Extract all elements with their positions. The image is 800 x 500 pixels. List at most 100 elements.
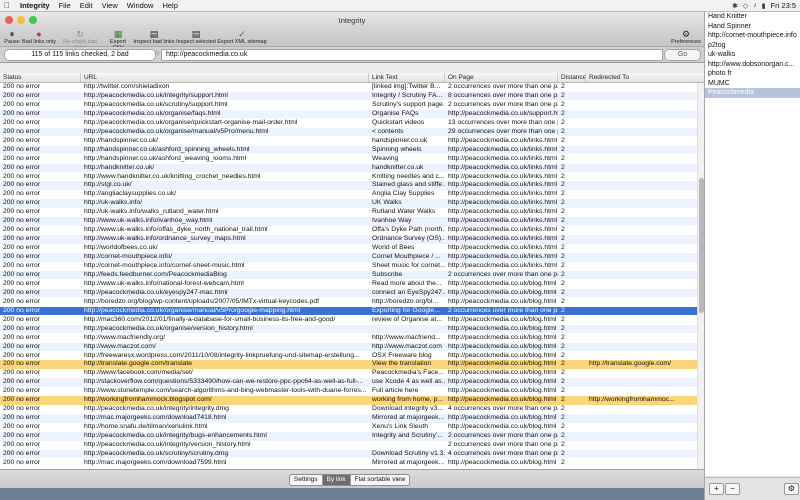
table-row[interactable]: 200 no error http://www.maczot.com/http:/… [0, 342, 697, 352]
table-row[interactable]: 200 no error http://peacockmedia.co.uk/sc… [0, 449, 697, 459]
table-row[interactable]: 200 no error http://peacockmedia.co.uk/sc… [0, 101, 697, 110]
table-row[interactable]: 200 no error http://handknitter.co.uk/han… [0, 163, 697, 173]
site-list-item[interactable]: Peacockmedia [705, 88, 800, 98]
column-link-text[interactable]: Link Text [369, 73, 445, 82]
go-button[interactable]: Go [664, 49, 701, 61]
cell-url: http://peacockmedia.co.uk/integrity/supp… [84, 91, 228, 99]
table-row[interactable]: 200 no error http://angliaclaysupplies.co… [0, 190, 697, 199]
sitemap-icon: ✓ [238, 29, 246, 39]
table-row[interactable]: 200 no error http://www.stonetemple.com/s… [0, 387, 697, 396]
table-row[interactable]: 200 no error http://peacockmedia.co.uk/in… [0, 405, 697, 414]
cell-redirected-to [586, 271, 697, 280]
column-url[interactable]: URL [81, 73, 369, 82]
table-row[interactable]: 200 no error http://www.uk-walks.info/nat… [0, 280, 697, 289]
site-list-item[interactable]: MUMC [705, 79, 800, 89]
site-list-item[interactable]: Hand Knitter [705, 12, 800, 22]
table-row[interactable]: 200 no error http://peacockmedia.co.uk/or… [0, 127, 697, 137]
table-row[interactable]: 200 no error http://peacockmedia.co.uk/ey… [0, 288, 697, 298]
zoom-window-icon[interactable] [29, 16, 37, 24]
site-list-item[interactable]: photo fr [705, 69, 800, 79]
table-row[interactable]: 200 no error http://www.uk-walks.info/iva… [0, 217, 697, 226]
clock[interactable]: Fri 23:5 [771, 1, 796, 10]
minimize-window-icon[interactable] [17, 16, 25, 24]
add-site-button[interactable]: + [709, 483, 724, 495]
by-link-segment[interactable]: By link [322, 475, 351, 485]
site-list-item[interactable]: Hand Spinner [705, 22, 800, 32]
wifi-icon[interactable]: ◇ [743, 2, 748, 10]
table-row[interactable]: 200 no error http://mac.majorgeeks.com/do… [0, 414, 697, 423]
cell-status: 200 no error [3, 199, 41, 207]
table-row[interactable]: 200 no error http://workingfromhammock.bl… [0, 396, 697, 405]
cell-status: 200 no error [3, 163, 41, 171]
table-row[interactable]: 200 no error http://freewaresx.wordpress.… [0, 352, 697, 361]
table-row[interactable]: 200 no error http://twitter.com/shieladix… [0, 83, 697, 92]
inspect-selected-button[interactable]: ▤ Inspect selected [176, 29, 216, 45]
table-row[interactable]: 200 no error http://peacockmedia.co.uk/in… [0, 432, 697, 441]
inspect-bad-links-button[interactable]: ▤ Inspect bad links [133, 29, 175, 45]
cell-link-text: Quickstart videos [372, 118, 425, 126]
export-xml-sitemap-button[interactable]: ✓ Export XML sitemap [217, 29, 267, 45]
table-row[interactable]: 200 no error http://handspinner.co.uk/han… [0, 137, 697, 146]
site-list-item[interactable]: p2tog [705, 41, 800, 51]
site-list-item[interactable]: uk-walks [705, 50, 800, 60]
menu-view[interactable]: View [102, 1, 118, 10]
column-redirected-to[interactable]: Redirected To [586, 73, 704, 82]
bad-links-only-button[interactable]: ● Bad links only [22, 29, 56, 45]
table-row[interactable]: 200 no error http://peacockmedia.co.uk/in… [0, 441, 697, 450]
close-window-icon[interactable] [5, 16, 13, 24]
bluetooth-icon[interactable]: ✱ [732, 2, 738, 10]
apple-icon[interactable]:  [4, 1, 14, 10]
table-row[interactable]: 200 no error http://mac360.com/2012/01/fi… [0, 316, 697, 325]
volume-icon[interactable]: ♪ [753, 2, 757, 9]
site-list-item[interactable]: http://www.dobsonorgan.c... [705, 60, 800, 70]
table-row[interactable]: 200 no error http://cornet-mouthpiece.inf… [0, 262, 697, 271]
cell-link-text: Scrutiny's support page... [372, 100, 445, 108]
table-row[interactable]: 200 no error http://uk-walks.info/UK Walk… [0, 199, 697, 208]
table-row[interactable]: 200 no error http://peacockmedia.co.uk/or… [0, 119, 697, 128]
table-row[interactable]: 200 no error http://www.macfriendly.org/h… [0, 334, 697, 343]
table-row[interactable]: 200 no error http://mac.majorgeeks.com/do… [0, 459, 697, 468]
cell-redirected-to [586, 387, 697, 396]
site-actions-gear-icon[interactable]: ⚙ [784, 483, 799, 495]
menu-help[interactable]: Help [162, 1, 177, 10]
table-row[interactable]: 200 no error http://home.snafu.de/tilman/… [0, 423, 697, 432]
cell-url: http://stgl.co.uk/ [84, 181, 132, 189]
table-row[interactable]: 200 no error http://peacockmedia.co.uk/or… [0, 109, 697, 119]
table-scrollbar[interactable] [697, 83, 704, 469]
remove-site-button[interactable]: − [725, 483, 740, 495]
menu-edit[interactable]: Edit [80, 1, 93, 10]
menu-app[interactable]: Integrity [20, 1, 50, 10]
table-row[interactable]: 200 no error http://feeds.feedburner.com/… [0, 270, 697, 280]
table-row[interactable]: 200 no error http://handspinner.co.uk/ash… [0, 145, 697, 155]
table-row[interactable]: 200 no error http://translate.google.com/… [0, 360, 697, 369]
table-row[interactable]: 200 no error http://peacockmedia.co.uk/in… [0, 91, 697, 101]
table-row[interactable]: 200 no error http://www.facebook.com/medi… [0, 369, 697, 378]
column-status[interactable]: Status [0, 73, 81, 82]
menu-file[interactable]: File [59, 1, 71, 10]
table-row[interactable]: 200 no error http://peacockmedia.co.uk/or… [0, 306, 697, 316]
table-row[interactable]: 200 no error http://peacockmedia.co.uk/or… [0, 324, 697, 334]
table-row[interactable]: 200 no error http://cornet-mouthpiece.inf… [0, 253, 697, 262]
table-row[interactable]: 200 no error http://www.uk-walks.info/ord… [0, 235, 697, 244]
column-distance[interactable]: Distance [558, 73, 586, 82]
flat-sortable-view-segment[interactable]: Flat sortable view [351, 475, 410, 485]
table-row[interactable]: 200 no error http://stgl.co.uk/Stained gl… [0, 181, 697, 190]
table-row[interactable]: 200 no error http://worldofbees.co.uk/Wor… [0, 244, 697, 253]
settings-segment[interactable]: Settings [290, 475, 323, 485]
table-row[interactable]: 200 no error http://www.handknitter.co.uk… [0, 173, 697, 182]
pause-button[interactable]: ⏸ Pause [2, 29, 22, 45]
table-row[interactable]: 200 no error http://stackoverflow.com/que… [0, 378, 697, 387]
cell-distance: 2 [561, 360, 565, 368]
cell-on-page: http://peacockmedia.co.uk/links.html [448, 136, 558, 144]
table-row[interactable]: 200 no error http://handspinner.co.uk/ash… [0, 155, 697, 164]
cell-link-text: handspinner.co.uk [372, 136, 428, 144]
table-row[interactable]: 200 no error http://www.uk-walks.info/off… [0, 226, 697, 235]
site-list-item[interactable]: http://cornet-mouthpiece.info [705, 31, 800, 41]
preferences-button[interactable]: ⚙ Preferences [670, 29, 702, 45]
column-on-page[interactable]: On Page [445, 73, 558, 82]
table-row[interactable]: 200 no error http://boredzo.org/blog/wp-c… [0, 298, 697, 307]
url-input[interactable]: http://peacockmedia.co.uk [161, 49, 663, 61]
battery-icon[interactable]: ▮ [762, 2, 766, 10]
table-row[interactable]: 200 no error http://uk-walks.info/walks_r… [0, 208, 697, 217]
menu-window[interactable]: Window [127, 1, 154, 10]
